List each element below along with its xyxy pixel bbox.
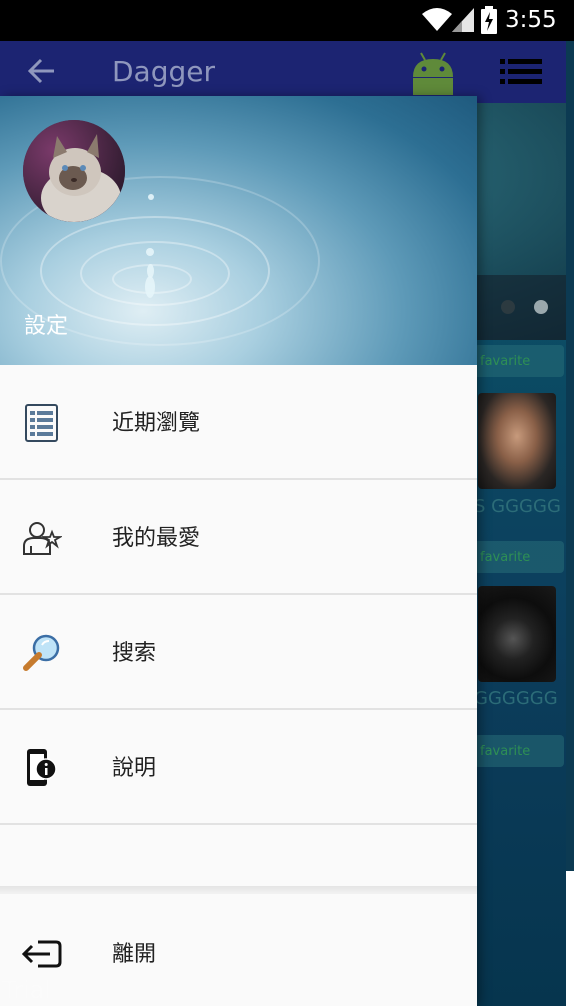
water-drop bbox=[146, 248, 154, 256]
watch-thumbnail[interactable] bbox=[478, 586, 556, 682]
search-icon bbox=[23, 634, 60, 671]
favorite-label: favarite bbox=[480, 550, 531, 565]
drawer-header: 設定 bbox=[0, 96, 477, 365]
recent-list-icon bbox=[25, 404, 58, 442]
water-drop bbox=[148, 194, 154, 200]
battery-icon bbox=[481, 6, 497, 34]
clock: 3:55 bbox=[505, 7, 557, 33]
wifi-icon bbox=[422, 8, 452, 31]
section-divider bbox=[0, 886, 477, 894]
favorite-label: favarite bbox=[480, 744, 531, 759]
android-icon[interactable] bbox=[410, 51, 456, 95]
status-bar: 3:55 bbox=[0, 0, 574, 41]
favorite-label: favarite bbox=[480, 354, 531, 369]
drawer-item-label: 近期瀏覽 bbox=[112, 411, 201, 436]
item-title: S GGGGG bbox=[474, 496, 561, 517]
drawer-item-search[interactable]: 搜索 bbox=[0, 595, 477, 710]
trial-watermark: Trial bbox=[2, 976, 52, 1004]
drawer-item-help[interactable]: 說明 bbox=[0, 710, 477, 825]
drawer-item-label: 說明 bbox=[112, 756, 157, 781]
settings-label[interactable]: 設定 bbox=[24, 308, 68, 340]
slide-dot-active[interactable] bbox=[534, 300, 548, 314]
back-arrow-icon[interactable] bbox=[26, 56, 56, 86]
signal-icon bbox=[452, 8, 474, 32]
drawer-item-exit[interactable]: 離開 bbox=[0, 894, 477, 1006]
phone-info-icon bbox=[27, 749, 57, 786]
drawer-item-label: 離開 bbox=[112, 942, 157, 967]
avatar[interactable] bbox=[23, 120, 125, 222]
drawer-item-favorites[interactable]: 我的最愛 bbox=[0, 480, 477, 595]
app-bar: Dagger bbox=[0, 41, 566, 103]
divider bbox=[0, 823, 477, 825]
actor-thumbnail[interactable] bbox=[478, 393, 556, 489]
navigation-drawer: 設定 近期瀏覽 我的最愛 搜索 說明 離開 bbox=[0, 96, 477, 1006]
app-title: Dagger bbox=[112, 55, 216, 88]
list-menu-icon[interactable] bbox=[500, 59, 542, 85]
exit-icon bbox=[22, 940, 62, 968]
water-drop bbox=[145, 276, 155, 298]
item-title: GGGGGG bbox=[474, 688, 558, 709]
screen-edge-dark bbox=[566, 41, 574, 871]
drawer-item-label: 搜索 bbox=[112, 641, 157, 666]
cat-avatar-image bbox=[23, 120, 125, 222]
drawer-item-label: 我的最愛 bbox=[112, 526, 201, 551]
favorite-user-icon bbox=[23, 522, 62, 555]
drawer-item-recent[interactable]: 近期瀏覽 bbox=[0, 365, 477, 480]
slide-dot-inactive[interactable] bbox=[501, 300, 515, 314]
